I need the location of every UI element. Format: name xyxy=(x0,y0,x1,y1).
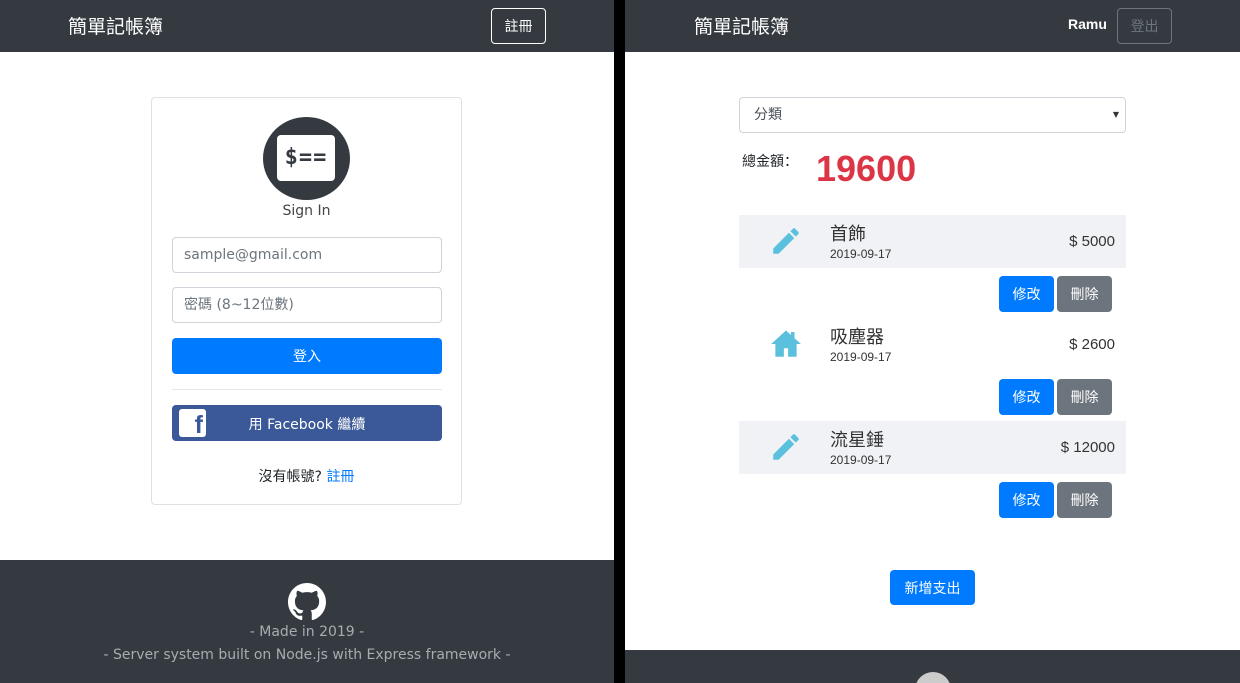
record-date: 2019-09-17 xyxy=(830,453,892,467)
facebook-login-button[interactable]: 用 Facebook 繼續 xyxy=(172,405,442,441)
expense-record: 首飾 2019-09-17 $ 5000 xyxy=(739,215,1126,268)
total-label: 總金額： xyxy=(742,154,798,170)
record-amount: $ 5000 xyxy=(1069,233,1115,250)
github-icon[interactable] xyxy=(288,583,326,621)
no-account-text: 沒有帳號? xyxy=(258,469,322,485)
record-name: 吸塵器 xyxy=(830,327,884,348)
record-name: 首飾 xyxy=(830,224,866,245)
signin-title: Sign In xyxy=(282,203,331,219)
expense-window: 簡單記帳簿 Ramu 登出 分類 ▼ 總金額： 19600 首飾 2019-09… xyxy=(625,0,1240,683)
login-button[interactable]: 登入 xyxy=(172,338,442,374)
register-button[interactable]: 註冊 xyxy=(491,8,546,44)
footer-made-in: - Made in 2019 - xyxy=(249,624,365,640)
signup-prompt: 沒有帳號? 註冊 xyxy=(152,466,461,486)
signin-card: $== Sign In 登入 用 Facebook 繼續 沒有帳號? 註冊 xyxy=(151,97,462,505)
brand-title[interactable]: 簡單記帳簿 xyxy=(694,15,789,39)
app-logo: $== xyxy=(263,117,350,200)
edit-button[interactable]: 修改 xyxy=(999,379,1054,415)
record-amount: $ 2600 xyxy=(1069,336,1115,353)
user-name: Ramu xyxy=(1068,16,1107,32)
expense-record: 吸塵器 2019-09-17 $ 2600 xyxy=(739,318,1126,371)
signin-window: 簡單記帳簿 註冊 $== Sign In 登入 用 Facebook 繼續 沒有… xyxy=(0,0,614,683)
category-select[interactable]: 分類 ▼ xyxy=(739,97,1126,133)
pencil-icon xyxy=(773,434,799,460)
facebook-label: 用 Facebook 繼續 xyxy=(248,417,366,433)
password-field[interactable] xyxy=(172,287,442,323)
record-date: 2019-09-17 xyxy=(830,350,892,364)
footer xyxy=(625,650,1240,683)
footer: - Made in 2019 - - Server system built o… xyxy=(0,560,614,683)
chevron-down-icon: ▼ xyxy=(1112,110,1119,119)
delete-button[interactable]: 刪除 xyxy=(1057,482,1112,518)
brand-title[interactable]: 簡單記帳簿 xyxy=(68,15,163,39)
delete-button[interactable]: 刪除 xyxy=(1057,276,1112,312)
record-name: 流星錘 xyxy=(830,430,884,451)
logout-button[interactable]: 登出 xyxy=(1117,8,1172,44)
github-icon[interactable] xyxy=(915,672,951,683)
home-icon xyxy=(771,330,801,357)
navbar: 簡單記帳簿 Ramu 登出 xyxy=(625,0,1240,52)
edit-button[interactable]: 修改 xyxy=(999,482,1054,518)
delete-button[interactable]: 刪除 xyxy=(1057,379,1112,415)
category-select-value: 分類 xyxy=(754,107,782,123)
total-amount: 19600 xyxy=(816,148,917,189)
record-amount: $ 12000 xyxy=(1060,439,1115,456)
divider xyxy=(172,389,442,390)
footer-tagline: - Server system built on Node.js with Ex… xyxy=(103,647,511,663)
navbar: 簡單記帳簿 註冊 xyxy=(0,0,614,52)
record-date: 2019-09-17 xyxy=(830,247,892,261)
pencil-icon xyxy=(773,228,799,254)
edit-button[interactable]: 修改 xyxy=(999,276,1054,312)
email-field[interactable] xyxy=(172,237,442,273)
add-expense-button[interactable]: 新增支出 xyxy=(890,570,975,605)
register-link[interactable]: 註冊 xyxy=(326,469,354,485)
expense-record: 流星錘 2019-09-17 $ 12000 xyxy=(739,421,1126,474)
money-icon: $== xyxy=(277,135,335,181)
